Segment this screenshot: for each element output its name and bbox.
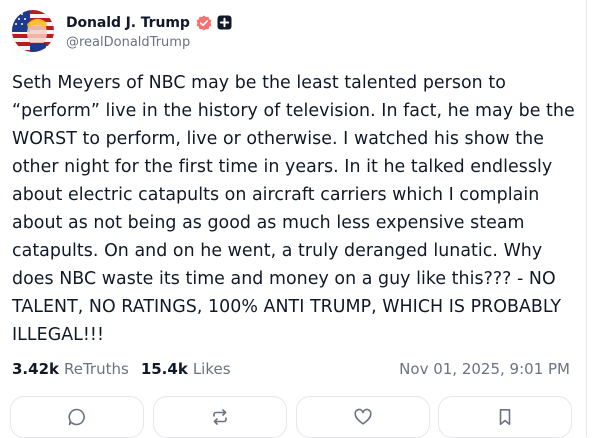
post-timestamp[interactable]: Nov 01, 2025, 9:01 PM — [399, 360, 570, 378]
post-header: Donald J. Trump @realDonaldTrump — [12, 10, 232, 52]
heart-icon — [354, 408, 372, 425]
post-stats: 3.42k ReTruths 15.4k Likes Nov 01, 2025, 9… — [12, 358, 570, 380]
reply-button[interactable] — [10, 396, 144, 438]
likes-stat[interactable]: 15.4k Likes — [141, 360, 231, 378]
like-button[interactable] — [296, 396, 430, 438]
author-avatar[interactable] — [12, 10, 54, 52]
likes-count: 15.4k — [140, 360, 188, 378]
flag-portrait-avatar-icon — [12, 10, 54, 52]
post-body-text: Seth Meyers of NBC may be the least tale… — [12, 73, 575, 345]
author-handle[interactable]: @realDonaldTrump — [66, 35, 232, 50]
post-actions — [10, 396, 572, 438]
retruths-stat[interactable]: 3.42k ReTruths — [12, 360, 129, 378]
retruth-icon — [213, 409, 227, 425]
likes-label: Likes — [192, 360, 231, 378]
retruths-label: ReTruths — [64, 360, 129, 378]
author-display-name[interactable]: Donald J. Trump — [66, 15, 190, 31]
retruths-count: 3.42k — [12, 360, 59, 378]
plus-badge-icon — [217, 15, 232, 30]
retruth-button[interactable] — [153, 396, 287, 438]
feed-divider — [586, 0, 587, 437]
verified-badge-icon — [196, 15, 212, 31]
comment-icon — [68, 408, 85, 426]
bookmark-icon — [499, 409, 511, 425]
bookmark-button[interactable] — [438, 396, 572, 438]
